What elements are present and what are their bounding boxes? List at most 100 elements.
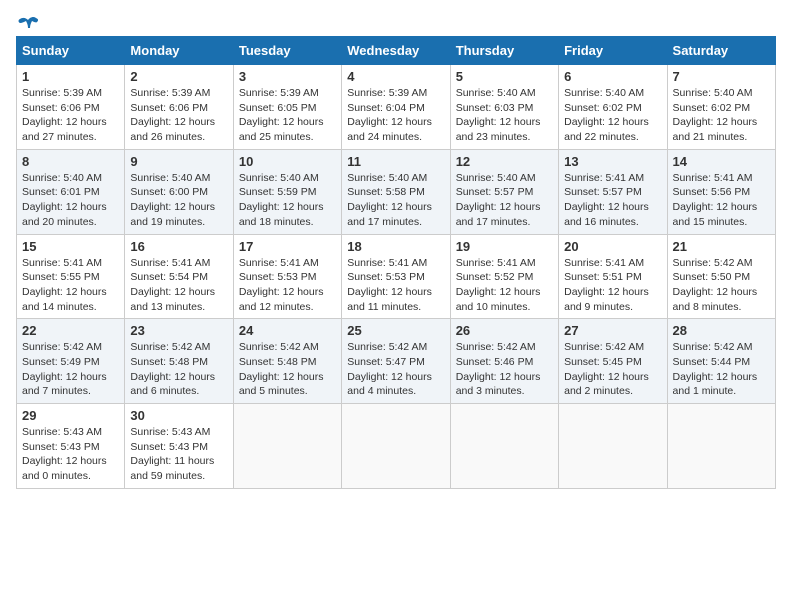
day-number: 12 — [456, 154, 553, 169]
day-number: 13 — [564, 154, 661, 169]
day-number: 17 — [239, 239, 336, 254]
day-info: Sunrise: 5:40 AM Sunset: 6:02 PM Dayligh… — [673, 86, 770, 145]
day-number: 18 — [347, 239, 444, 254]
logo — [16, 16, 38, 32]
calendar-day-cell: 22 Sunrise: 5:42 AM Sunset: 5:49 PM Dayl… — [17, 319, 125, 404]
day-number: 14 — [673, 154, 770, 169]
weekday-header-friday: Friday — [559, 37, 667, 65]
day-info: Sunrise: 5:41 AM Sunset: 5:55 PM Dayligh… — [22, 256, 119, 315]
calendar-week-row: 15 Sunrise: 5:41 AM Sunset: 5:55 PM Dayl… — [17, 234, 776, 319]
day-number: 11 — [347, 154, 444, 169]
weekday-header-tuesday: Tuesday — [233, 37, 341, 65]
calendar-day-cell: 18 Sunrise: 5:41 AM Sunset: 5:53 PM Dayl… — [342, 234, 450, 319]
day-info: Sunrise: 5:41 AM Sunset: 5:54 PM Dayligh… — [130, 256, 227, 315]
calendar-day-cell: 13 Sunrise: 5:41 AM Sunset: 5:57 PM Dayl… — [559, 149, 667, 234]
calendar-day-cell: 21 Sunrise: 5:42 AM Sunset: 5:50 PM Dayl… — [667, 234, 775, 319]
calendar-day-cell: 15 Sunrise: 5:41 AM Sunset: 5:55 PM Dayl… — [17, 234, 125, 319]
calendar-day-cell — [559, 404, 667, 489]
day-info: Sunrise: 5:40 AM Sunset: 5:58 PM Dayligh… — [347, 171, 444, 230]
day-info: Sunrise: 5:40 AM Sunset: 6:03 PM Dayligh… — [456, 86, 553, 145]
page-header — [16, 16, 776, 32]
calendar-day-cell: 4 Sunrise: 5:39 AM Sunset: 6:04 PM Dayli… — [342, 65, 450, 150]
calendar-day-cell: 23 Sunrise: 5:42 AM Sunset: 5:48 PM Dayl… — [125, 319, 233, 404]
day-number: 27 — [564, 323, 661, 338]
day-info: Sunrise: 5:41 AM Sunset: 5:56 PM Dayligh… — [673, 171, 770, 230]
calendar-week-row: 8 Sunrise: 5:40 AM Sunset: 6:01 PM Dayli… — [17, 149, 776, 234]
day-number: 2 — [130, 69, 227, 84]
day-number: 15 — [22, 239, 119, 254]
calendar-day-cell: 2 Sunrise: 5:39 AM Sunset: 6:06 PM Dayli… — [125, 65, 233, 150]
day-number: 10 — [239, 154, 336, 169]
calendar-week-row: 29 Sunrise: 5:43 AM Sunset: 5:43 PM Dayl… — [17, 404, 776, 489]
day-number: 1 — [22, 69, 119, 84]
calendar-day-cell: 3 Sunrise: 5:39 AM Sunset: 6:05 PM Dayli… — [233, 65, 341, 150]
calendar-day-cell: 19 Sunrise: 5:41 AM Sunset: 5:52 PM Dayl… — [450, 234, 558, 319]
day-info: Sunrise: 5:42 AM Sunset: 5:44 PM Dayligh… — [673, 340, 770, 399]
calendar-day-cell: 17 Sunrise: 5:41 AM Sunset: 5:53 PM Dayl… — [233, 234, 341, 319]
calendar-day-cell: 26 Sunrise: 5:42 AM Sunset: 5:46 PM Dayl… — [450, 319, 558, 404]
day-number: 16 — [130, 239, 227, 254]
day-number: 3 — [239, 69, 336, 84]
day-number: 22 — [22, 323, 119, 338]
calendar-table: SundayMondayTuesdayWednesdayThursdayFrid… — [16, 36, 776, 489]
day-number: 5 — [456, 69, 553, 84]
day-number: 19 — [456, 239, 553, 254]
calendar-day-cell: 6 Sunrise: 5:40 AM Sunset: 6:02 PM Dayli… — [559, 65, 667, 150]
day-info: Sunrise: 5:40 AM Sunset: 6:01 PM Dayligh… — [22, 171, 119, 230]
day-info: Sunrise: 5:41 AM Sunset: 5:53 PM Dayligh… — [347, 256, 444, 315]
calendar-day-cell — [233, 404, 341, 489]
day-info: Sunrise: 5:40 AM Sunset: 5:59 PM Dayligh… — [239, 171, 336, 230]
day-number: 4 — [347, 69, 444, 84]
day-info: Sunrise: 5:39 AM Sunset: 6:04 PM Dayligh… — [347, 86, 444, 145]
calendar-day-cell: 25 Sunrise: 5:42 AM Sunset: 5:47 PM Dayl… — [342, 319, 450, 404]
day-number: 9 — [130, 154, 227, 169]
day-info: Sunrise: 5:39 AM Sunset: 6:05 PM Dayligh… — [239, 86, 336, 145]
weekday-header-wednesday: Wednesday — [342, 37, 450, 65]
calendar-week-row: 22 Sunrise: 5:42 AM Sunset: 5:49 PM Dayl… — [17, 319, 776, 404]
day-info: Sunrise: 5:42 AM Sunset: 5:48 PM Dayligh… — [130, 340, 227, 399]
day-info: Sunrise: 5:40 AM Sunset: 5:57 PM Dayligh… — [456, 171, 553, 230]
day-info: Sunrise: 5:43 AM Sunset: 5:43 PM Dayligh… — [22, 425, 119, 484]
day-number: 24 — [239, 323, 336, 338]
calendar-day-cell: 30 Sunrise: 5:43 AM Sunset: 5:43 PM Dayl… — [125, 404, 233, 489]
day-info: Sunrise: 5:43 AM Sunset: 5:43 PM Dayligh… — [130, 425, 227, 484]
day-number: 6 — [564, 69, 661, 84]
calendar-day-cell: 1 Sunrise: 5:39 AM Sunset: 6:06 PM Dayli… — [17, 65, 125, 150]
logo-bird-icon — [18, 16, 38, 32]
calendar-day-cell — [342, 404, 450, 489]
calendar-day-cell: 12 Sunrise: 5:40 AM Sunset: 5:57 PM Dayl… — [450, 149, 558, 234]
day-number: 20 — [564, 239, 661, 254]
weekday-header-thursday: Thursday — [450, 37, 558, 65]
calendar-day-cell: 10 Sunrise: 5:40 AM Sunset: 5:59 PM Dayl… — [233, 149, 341, 234]
day-info: Sunrise: 5:39 AM Sunset: 6:06 PM Dayligh… — [22, 86, 119, 145]
calendar-day-cell: 8 Sunrise: 5:40 AM Sunset: 6:01 PM Dayli… — [17, 149, 125, 234]
calendar-day-cell: 27 Sunrise: 5:42 AM Sunset: 5:45 PM Dayl… — [559, 319, 667, 404]
day-info: Sunrise: 5:41 AM Sunset: 5:51 PM Dayligh… — [564, 256, 661, 315]
weekday-header-row: SundayMondayTuesdayWednesdayThursdayFrid… — [17, 37, 776, 65]
weekday-header-saturday: Saturday — [667, 37, 775, 65]
day-number: 21 — [673, 239, 770, 254]
day-number: 29 — [22, 408, 119, 423]
calendar-day-cell: 11 Sunrise: 5:40 AM Sunset: 5:58 PM Dayl… — [342, 149, 450, 234]
weekday-header-sunday: Sunday — [17, 37, 125, 65]
calendar-day-cell: 20 Sunrise: 5:41 AM Sunset: 5:51 PM Dayl… — [559, 234, 667, 319]
day-info: Sunrise: 5:39 AM Sunset: 6:06 PM Dayligh… — [130, 86, 227, 145]
calendar-day-cell: 28 Sunrise: 5:42 AM Sunset: 5:44 PM Dayl… — [667, 319, 775, 404]
calendar-day-cell: 7 Sunrise: 5:40 AM Sunset: 6:02 PM Dayli… — [667, 65, 775, 150]
day-info: Sunrise: 5:42 AM Sunset: 5:49 PM Dayligh… — [22, 340, 119, 399]
calendar-day-cell: 5 Sunrise: 5:40 AM Sunset: 6:03 PM Dayli… — [450, 65, 558, 150]
calendar-day-cell — [450, 404, 558, 489]
day-info: Sunrise: 5:42 AM Sunset: 5:50 PM Dayligh… — [673, 256, 770, 315]
day-info: Sunrise: 5:41 AM Sunset: 5:52 PM Dayligh… — [456, 256, 553, 315]
day-number: 25 — [347, 323, 444, 338]
day-number: 8 — [22, 154, 119, 169]
day-info: Sunrise: 5:41 AM Sunset: 5:57 PM Dayligh… — [564, 171, 661, 230]
weekday-header-monday: Monday — [125, 37, 233, 65]
day-info: Sunrise: 5:42 AM Sunset: 5:48 PM Dayligh… — [239, 340, 336, 399]
calendar-week-row: 1 Sunrise: 5:39 AM Sunset: 6:06 PM Dayli… — [17, 65, 776, 150]
day-number: 7 — [673, 69, 770, 84]
day-number: 30 — [130, 408, 227, 423]
day-info: Sunrise: 5:42 AM Sunset: 5:46 PM Dayligh… — [456, 340, 553, 399]
day-info: Sunrise: 5:40 AM Sunset: 6:00 PM Dayligh… — [130, 171, 227, 230]
day-info: Sunrise: 5:41 AM Sunset: 5:53 PM Dayligh… — [239, 256, 336, 315]
